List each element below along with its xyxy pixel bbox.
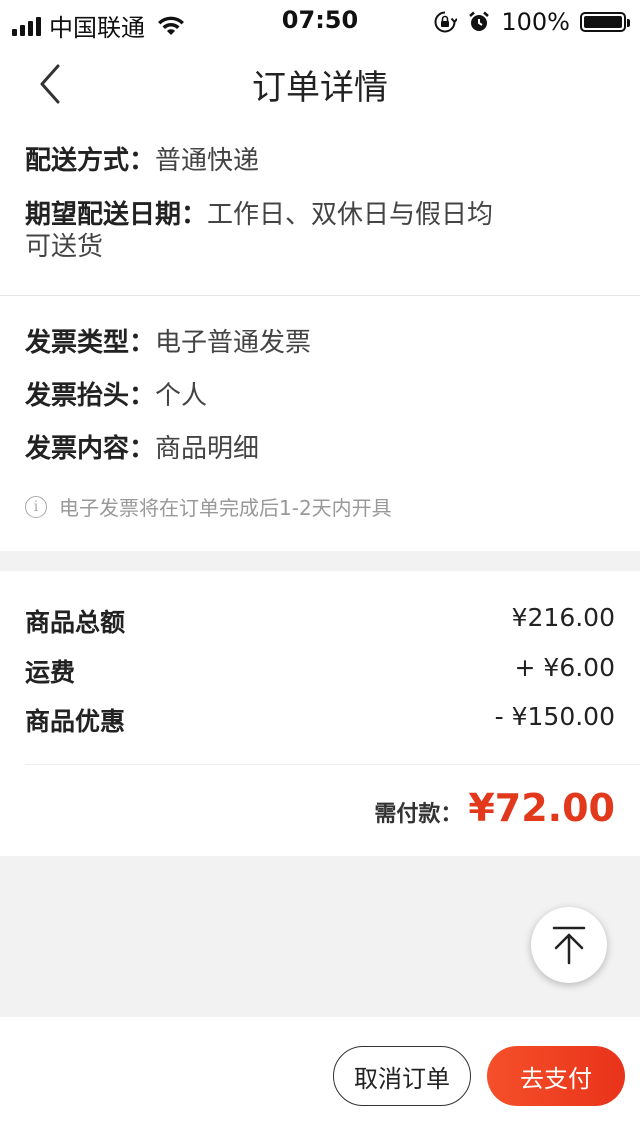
delivery-method-row: 配送方式：普通快递 xyxy=(25,145,259,177)
amount-divider xyxy=(25,764,640,765)
info-icon: i xyxy=(25,495,47,518)
bottom-action-bar: 取消订单 去支付 xyxy=(0,1017,640,1136)
amount-section: 商品总额 ¥216.00 运费 + ¥6.00 商品优惠 - ¥150.00 需… xyxy=(0,571,640,856)
delivery-date-label: 期望配送日期： xyxy=(25,200,208,230)
amount-value: + ¥6.00 xyxy=(514,653,615,682)
invoice-title-value: 个人 xyxy=(155,381,208,411)
status-right: 100% xyxy=(433,8,630,36)
cancel-order-button[interactable]: 取消订单 xyxy=(333,1046,471,1106)
amount-value: ¥216.00 xyxy=(511,603,615,632)
delivery-date-value-cont: 可送货 xyxy=(25,232,104,262)
arrow-up-to-top-icon xyxy=(552,926,586,965)
invoice-type-row: 发票类型：电子普通发票 xyxy=(25,327,311,359)
alarm-icon xyxy=(469,11,490,31)
total-row: 需付款： ¥72.00 xyxy=(374,786,615,830)
delivery-date-value: 工作日、双休日与假日均 xyxy=(207,200,494,230)
amount-label: 运费 xyxy=(25,658,76,687)
battery-percent: 100% xyxy=(501,8,570,36)
status-bar: 中国联通 07:50 100% xyxy=(0,0,640,42)
delivery-method-value: 普通快递 xyxy=(155,146,260,176)
delivery-date-row: 期望配送日期：工作日、双休日与假日均 xyxy=(25,199,493,231)
delivery-section: 配送方式：普通快递 期望配送日期：工作日、双休日与假日均 可送货 xyxy=(0,128,640,295)
invoice-notice-text: 电子发票将在订单完成后1-2天内开具 xyxy=(59,496,392,520)
total-value: ¥72.00 xyxy=(468,786,615,830)
amount-value: - ¥150.00 xyxy=(494,702,615,731)
invoice-title-label: 发票抬头： xyxy=(25,381,156,411)
delivery-method-label: 配送方式： xyxy=(25,146,156,176)
invoice-notice: i 电子发票将在订单完成后1-2天内开具 xyxy=(25,492,392,521)
amount-row-discount: 商品优惠 - ¥150.00 xyxy=(25,702,615,738)
invoice-type-label: 发票类型： xyxy=(25,328,156,358)
battery-icon xyxy=(580,12,630,32)
amount-label: 商品总额 xyxy=(25,608,126,637)
invoice-content-value: 商品明细 xyxy=(155,434,260,464)
invoice-title-row: 发票抬头：个人 xyxy=(25,380,207,412)
total-label: 需付款： xyxy=(374,802,463,827)
invoice-content-label: 发票内容： xyxy=(25,434,156,464)
scroll-top-button[interactable] xyxy=(531,907,607,983)
amount-label: 商品优惠 xyxy=(25,707,126,736)
invoice-type-value: 电子普通发票 xyxy=(155,328,312,358)
amount-row-shipping: 运费 + ¥6.00 xyxy=(25,653,615,689)
page-title: 订单详情 xyxy=(252,68,388,108)
nav-bar: 订单详情 xyxy=(0,40,640,128)
pay-button[interactable]: 去支付 xyxy=(487,1046,625,1106)
delivery-date-row-cont: 可送货 xyxy=(25,231,103,263)
amount-row-subtotal: 商品总额 ¥216.00 xyxy=(25,603,615,639)
invoice-content-row: 发票内容：商品明细 xyxy=(25,433,259,465)
rotation-lock-icon xyxy=(434,11,458,33)
invoice-section: 发票类型：电子普通发票 发票抬头：个人 发票内容：商品明细 i 电子发票将在订单… xyxy=(0,296,640,551)
